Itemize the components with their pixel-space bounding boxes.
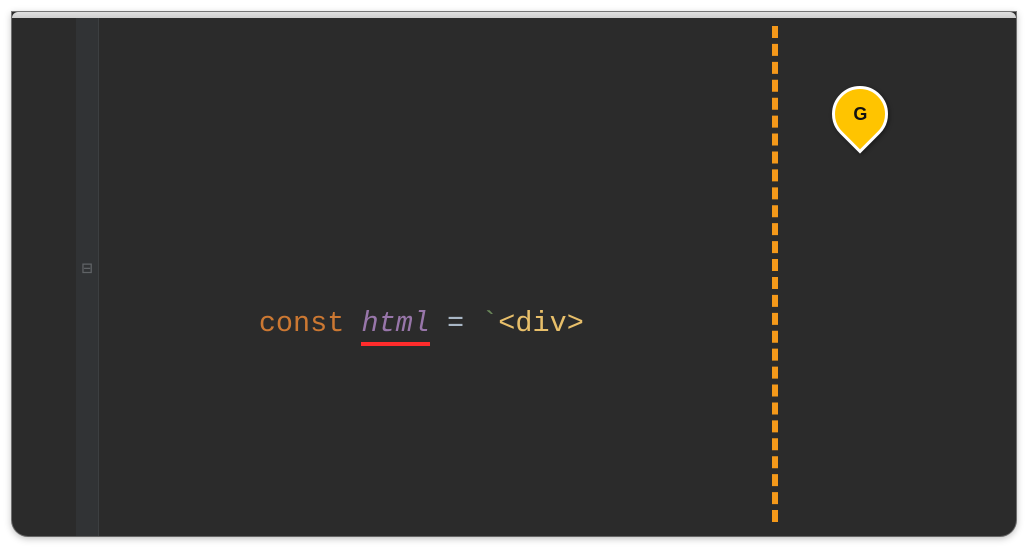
window: G ⊟const html = `<div> <span>hello world… — [0, 0, 1028, 548]
fold-toggle-icon[interactable]: ⊟ — [76, 242, 98, 298]
code-area[interactable]: ⊟const html = `<div> <span>hello world</… — [98, 18, 1016, 536]
code-line-1[interactable]: ⊟const html = `<div> — [98, 240, 1016, 408]
tag-div-open: <div> — [498, 307, 584, 340]
keyword-const: const — [259, 307, 345, 340]
backtick-open: ` — [481, 307, 498, 340]
variable-html: html — [361, 307, 429, 346]
editor-frame: G ⊟const html = `<div> <span>hello world… — [12, 12, 1016, 536]
equals: = — [430, 307, 481, 340]
